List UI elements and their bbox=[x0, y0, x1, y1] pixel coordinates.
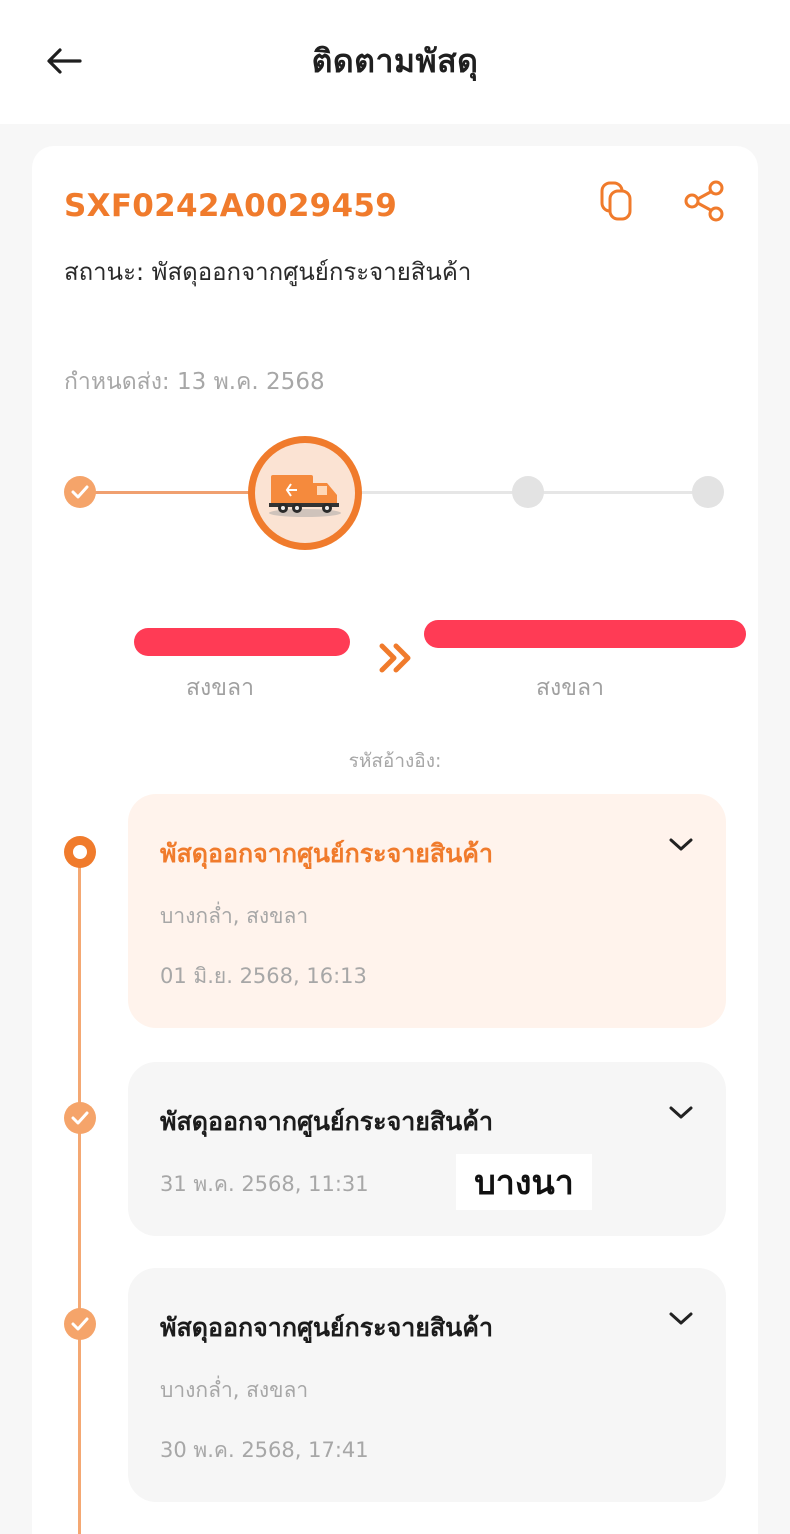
check-icon bbox=[71, 485, 89, 499]
check-icon bbox=[71, 1317, 89, 1331]
destination-province: สงขลา bbox=[535, 675, 604, 701]
progress-step-pending bbox=[512, 476, 544, 508]
due-date: กำหนดส่ง: 13 พ.ค. 2568 bbox=[64, 369, 325, 395]
redaction-bar bbox=[134, 628, 350, 656]
overlay-annotation: บางนา bbox=[456, 1154, 592, 1210]
timeline-line bbox=[78, 862, 81, 1534]
chevron-down-icon[interactable] bbox=[666, 1100, 696, 1124]
event-card[interactable]: พัสดุออกจากศูนย์กระจายสินค้า บางกล่ำ, สง… bbox=[128, 794, 726, 1028]
progress-step-done bbox=[64, 476, 96, 508]
double-chevron-right-icon bbox=[379, 643, 411, 673]
tracking-number: SXF0242A0029459 bbox=[64, 188, 398, 224]
copy-button[interactable] bbox=[594, 178, 640, 224]
event-card[interactable]: พัสดุออกจากศูนย์กระจายสินค้า 31 พ.ค. 256… bbox=[128, 1062, 726, 1236]
event-title: พัสดุออกจากศูนย์กระจายสินค้า bbox=[160, 839, 494, 868]
timeline-dot-done bbox=[64, 1102, 96, 1134]
event-title: พัสดุออกจากศูนย์กระจายสินค้า bbox=[160, 1107, 494, 1136]
share-button[interactable] bbox=[680, 178, 730, 224]
check-icon bbox=[71, 1111, 89, 1125]
progress-line-done bbox=[80, 491, 262, 494]
event-title: พัสดุออกจากศูนย์กระจายสินค้า bbox=[160, 1313, 494, 1342]
chevron-down-icon[interactable] bbox=[666, 1306, 696, 1330]
copy-icon bbox=[600, 181, 632, 221]
route-arrow bbox=[376, 638, 416, 678]
event-location: บางกล่ำ, สงขลา bbox=[160, 904, 309, 928]
event-time: 01 มิ.ย. 2568, 16:13 bbox=[160, 964, 367, 988]
event-card[interactable]: พัสดุออกจากศูนย์กระจายสินค้า บางกล่ำ, สง… bbox=[128, 1268, 726, 1502]
share-icon bbox=[684, 180, 724, 222]
event-time: 30 พ.ค. 2568, 17:41 bbox=[160, 1438, 369, 1462]
chevron-down-icon[interactable] bbox=[666, 832, 696, 856]
redaction-bar bbox=[424, 620, 746, 648]
page-title: ติดตามพัสดุ bbox=[311, 42, 479, 80]
tracking-card: SXF0242A0029459 สถานะ: พัสดุออกจากศูนย์ก… bbox=[32, 146, 758, 1534]
event-time: 31 พ.ค. 2568, 11:31 bbox=[160, 1172, 369, 1196]
top-bar: ติดตามพัสดุ bbox=[0, 0, 790, 124]
timeline-dot-done bbox=[64, 1308, 96, 1340]
progress-step-current bbox=[248, 436, 362, 550]
event-location: บางกล่ำ, สงขลา bbox=[160, 1378, 309, 1402]
timeline-dot-current bbox=[64, 836, 96, 868]
progress-step-pending bbox=[692, 476, 724, 508]
reference-label: รหัสอ้างอิง: bbox=[348, 750, 442, 772]
shipment-status: สถานะ: พัสดุออกจากศูนย์กระจายสินค้า bbox=[64, 258, 472, 286]
origin-province: สงขลา bbox=[185, 675, 254, 701]
truck-icon bbox=[269, 475, 341, 517]
